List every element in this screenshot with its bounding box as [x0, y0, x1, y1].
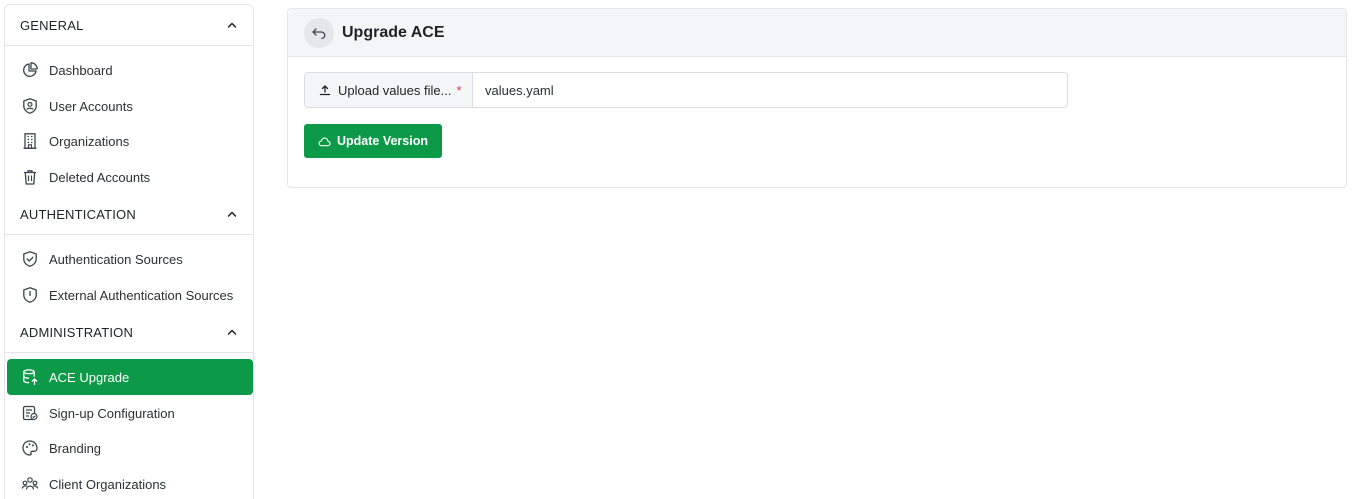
sidebar-item-authentication-sources[interactable]: Authentication Sources	[7, 241, 253, 277]
user-shield-icon	[21, 97, 39, 115]
section-label-general: GENERAL	[20, 17, 84, 33]
sidebar-item-external-authentication-sources[interactable]: External Authentication Sources	[7, 277, 253, 313]
sidebar-item-label: Dashboard	[49, 62, 113, 78]
building-icon	[21, 132, 39, 150]
sidebar-item-label: Deleted Accounts	[49, 169, 151, 185]
section-header-administration[interactable]: ADMINISTRATION	[5, 312, 253, 353]
users-group-icon	[21, 475, 39, 493]
section-label-authentication: AUTHENTICATION	[20, 206, 136, 222]
sidebar-item-label: External Authentication Sources	[49, 287, 234, 303]
sidebar-item-label: Organizations	[49, 133, 130, 149]
sidebar-item-user-accounts[interactable]: User Accounts	[7, 88, 253, 124]
chevron-up-icon	[227, 329, 237, 335]
palette-icon	[21, 439, 39, 457]
file-name-field[interactable]	[473, 73, 1067, 107]
sidebar-item-label: Client Organizations	[49, 476, 167, 492]
sidebar-item-client-organizations[interactable]: Client Organizations	[7, 466, 253, 499]
section-label-administration: ADMINISTRATION	[20, 324, 134, 340]
update-version-label: Update Version	[337, 134, 428, 148]
update-version-button[interactable]: Update Version	[304, 124, 442, 158]
back-button[interactable]	[304, 17, 334, 48]
upgrade-card: Upgrade ACE Upload values file... * Upda…	[287, 8, 1347, 188]
cloud-icon	[318, 137, 331, 146]
database-upgrade-icon	[21, 368, 39, 386]
chevron-up-icon	[227, 22, 237, 28]
sidebar-item-organizations[interactable]: Organizations	[7, 123, 253, 159]
upload-values-button[interactable]: Upload values file... *	[305, 73, 473, 107]
back-arrow-icon	[312, 27, 326, 39]
sidebar-item-dashboard[interactable]: Dashboard	[7, 52, 253, 88]
upload-label-text: Upload values file...	[338, 82, 452, 98]
sidebar-item-label: Branding	[49, 440, 102, 456]
sidebar-item-ace-upgrade[interactable]: ACE Upgrade	[7, 359, 253, 395]
page-title: Upgrade ACE	[342, 23, 445, 41]
sidebar-item-label: Authentication Sources	[49, 251, 183, 267]
form-config-icon	[21, 404, 39, 422]
sidebar-item-deleted-accounts[interactable]: Deleted Accounts	[7, 159, 253, 195]
upload-file-group: Upload values file... *	[304, 72, 1068, 108]
required-mark: *	[456, 82, 462, 98]
shield-icon	[21, 286, 39, 304]
sidebar-item-label: ACE Upgrade	[49, 369, 130, 385]
trash-icon	[21, 168, 39, 186]
sidebar-item-label: User Accounts	[49, 98, 133, 114]
sidebar: GENERAL Dashboard User Accounts Organiza…	[4, 4, 254, 499]
section-header-authentication[interactable]: AUTHENTICATION	[5, 194, 253, 235]
shield-check-icon	[21, 250, 39, 268]
sidebar-item-label: Sign-up Configuration	[49, 405, 175, 421]
sidebar-item-sign-up-configuration[interactable]: Sign-up Configuration	[7, 395, 253, 431]
chevron-up-icon	[227, 211, 237, 217]
section-header-general[interactable]: GENERAL	[5, 5, 253, 46]
pie-chart-icon	[21, 61, 39, 79]
upload-icon	[319, 85, 331, 96]
card-header: Upgrade ACE	[288, 9, 1346, 57]
sidebar-item-branding[interactable]: Branding	[7, 430, 253, 466]
